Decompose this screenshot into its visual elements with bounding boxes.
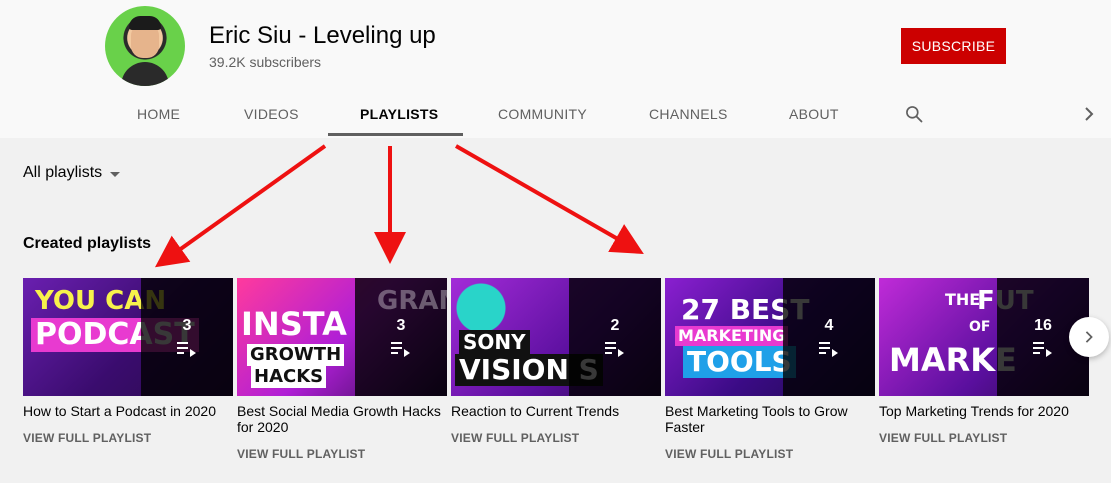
playlist-overlay: 3 <box>141 278 233 396</box>
active-tab-indicator <box>328 133 463 136</box>
avatar-shirt <box>121 62 169 86</box>
playlist-play-icon <box>819 342 838 357</box>
thumbnail-text: SONY <box>459 330 530 354</box>
playlist-thumbnail[interactable]: SONY VISION S 2 <box>451 278 661 396</box>
playlist-title[interactable]: Best Social Media Growth Hacks for 2020 <box>237 403 447 435</box>
annotation-arrow <box>154 144 327 268</box>
playlist-play-icon <box>391 342 410 357</box>
tab-playlists[interactable]: PLAYLISTS <box>360 106 438 122</box>
caret-down-icon <box>110 171 121 177</box>
playlist-title[interactable]: Top Marketing Trends for 2020 <box>879 403 1089 419</box>
playlist-filter-dropdown[interactable]: All playlists <box>23 164 121 182</box>
thumbnail-text: THE <box>945 290 981 309</box>
subscribe-button[interactable]: SUBSCRIBE <box>901 28 1006 64</box>
video-count: 16 <box>1034 317 1052 334</box>
tab-home[interactable]: HOME <box>137 106 180 122</box>
thumbnail-text: OF <box>969 319 991 335</box>
thumbnail-text: HACKS <box>251 366 327 388</box>
subscriber-count: 39.2K subscribers <box>209 54 322 70</box>
playlist-card[interactable]: THE FUT OF MARKE 16 Top Marketing Trends… <box>879 278 1089 445</box>
playlist-card[interactable]: YOU CAN PODCAST 3 How to Start a Podcast… <box>23 278 233 445</box>
playlist-card[interactable]: INSTA GROWTH HACKS 3 GRAM Best Social Me… <box>237 278 447 461</box>
view-full-playlist-link[interactable]: VIEW FULL PLAYLIST <box>237 447 447 461</box>
video-count: 3 <box>396 317 406 334</box>
view-full-playlist-link[interactable]: VIEW FULL PLAYLIST <box>23 431 233 445</box>
search-icon[interactable] <box>904 104 924 124</box>
playlist-title[interactable]: Best Marketing Tools to Grow Faster <box>665 403 875 435</box>
channel-avatar[interactable] <box>105 6 185 86</box>
playlist-overlay: 2 <box>569 278 661 396</box>
playlist-play-icon <box>177 342 196 357</box>
tab-community[interactable]: COMMUNITY <box>498 106 587 122</box>
view-full-playlist-link[interactable]: VIEW FULL PLAYLIST <box>879 431 1089 445</box>
tab-videos[interactable]: VIDEOS <box>244 106 299 122</box>
channel-name: Eric Siu - Leveling up <box>209 22 436 49</box>
playlist-overlay: 4 <box>783 278 875 396</box>
thumbnail-text: MARKETING <box>675 326 789 346</box>
thumbnail-text: TOOLS <box>683 346 796 378</box>
playlist-thumbnail[interactable]: INSTA GROWTH HACKS 3 GRAM <box>237 278 447 396</box>
avatar-hair <box>129 16 161 30</box>
playlist-title[interactable]: How to Start a Podcast in 2020 <box>23 403 233 419</box>
section-title: Created playlists <box>23 235 152 252</box>
video-count: 4 <box>824 317 834 334</box>
playlist-thumbnail[interactable]: YOU CAN PODCAST 3 <box>23 278 233 396</box>
playlist-title[interactable]: Reaction to Current Trends <box>451 403 661 419</box>
video-count: 3 <box>182 317 192 334</box>
thumbnail-text: INSTA <box>241 305 347 343</box>
chevron-right-icon <box>1085 331 1093 343</box>
playlist-card[interactable]: 27 BEST MARKETING TOOLS 4 Best Marketing… <box>665 278 875 461</box>
view-full-playlist-link[interactable]: VIEW FULL PLAYLIST <box>665 447 875 461</box>
playlist-thumbnail[interactable]: THE FUT OF MARKE 16 <box>879 278 1089 396</box>
playlist-thumbnail[interactable]: 27 BEST MARKETING TOOLS 4 <box>665 278 875 396</box>
video-count: 2 <box>610 317 620 334</box>
annotation-arrow <box>455 144 644 254</box>
tab-about[interactable]: ABOUT <box>789 106 839 122</box>
playlist-play-icon <box>605 342 624 357</box>
carousel-next-button[interactable] <box>1069 317 1109 357</box>
playlist-card[interactable]: SONY VISION S 2 Reaction to Current Tren… <box>451 278 661 445</box>
tab-channels[interactable]: CHANNELS <box>649 106 728 122</box>
channel-header: Eric Siu - Leveling up 39.2K subscribers… <box>0 0 1111 138</box>
chevron-right-icon[interactable] <box>1082 106 1096 122</box>
view-full-playlist-link[interactable]: VIEW FULL PLAYLIST <box>451 431 661 445</box>
thumbnail-text: GRAM <box>377 286 447 316</box>
channel-tabs: HOME VIDEOS PLAYLISTS COMMUNITY CHANNELS… <box>0 92 1111 138</box>
thumbnail-text: GROWTH <box>247 344 345 366</box>
playlist-play-icon <box>1033 342 1052 357</box>
playlist-filter-label: All playlists <box>23 164 103 181</box>
